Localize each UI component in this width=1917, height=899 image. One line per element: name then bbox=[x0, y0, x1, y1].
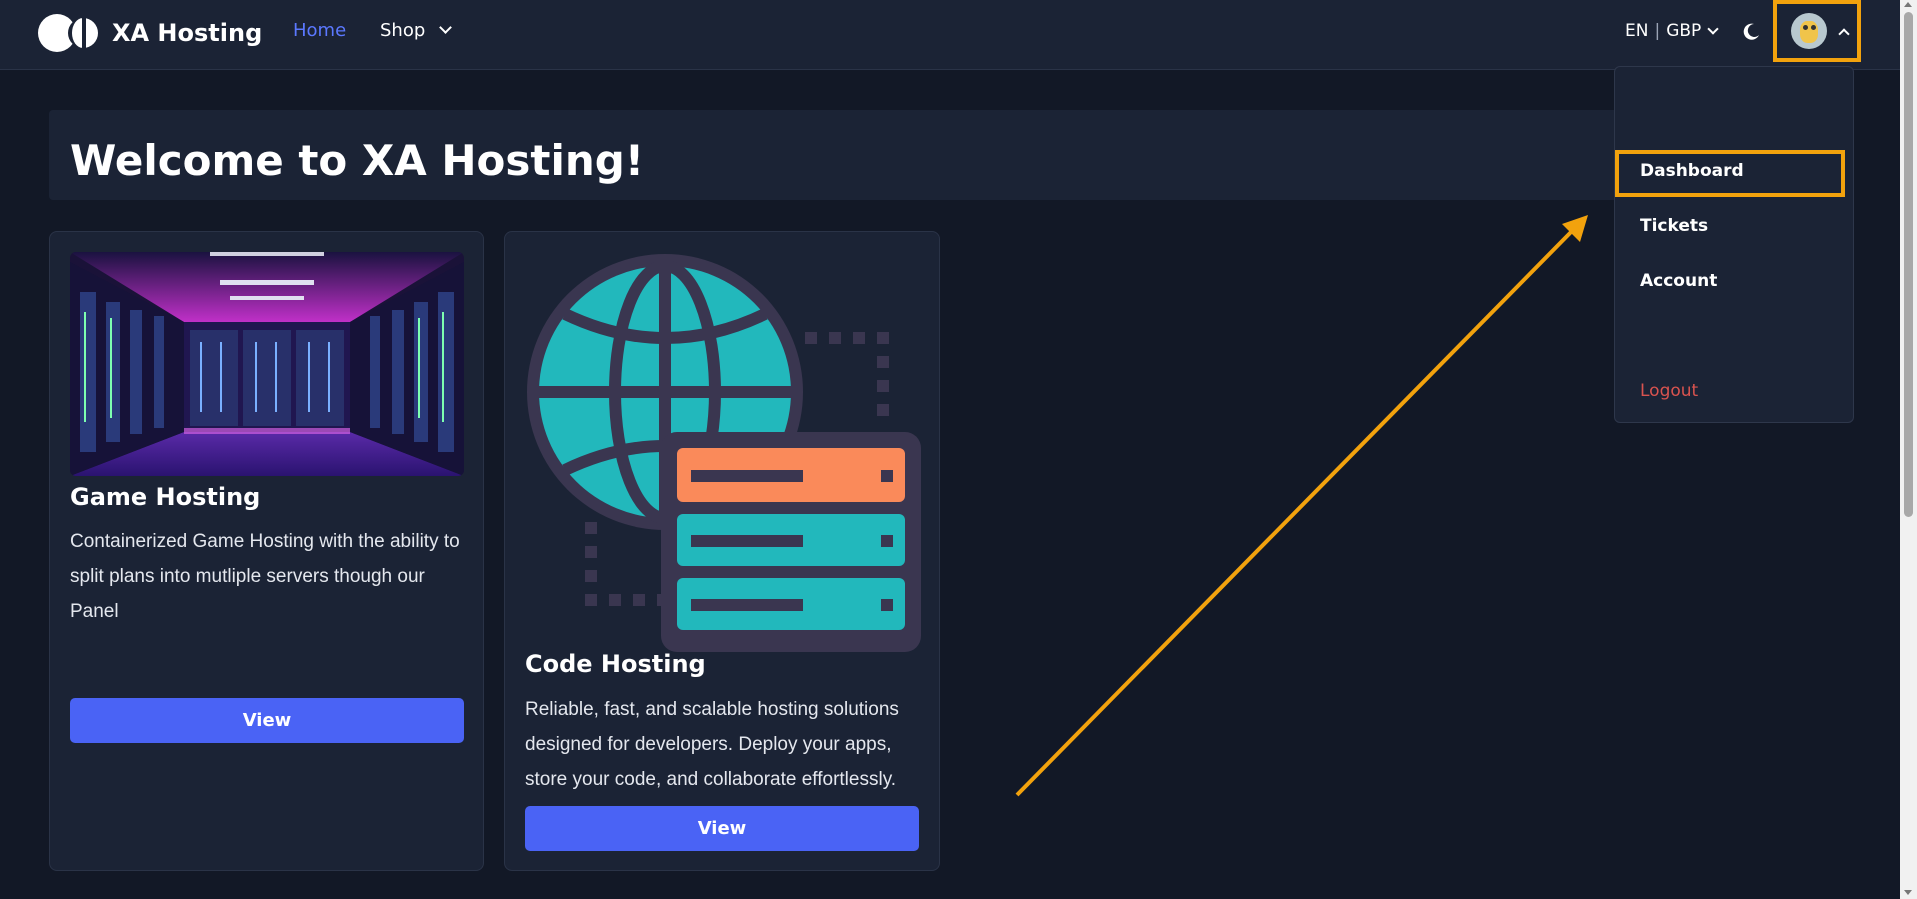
brand-name: XA Hosting bbox=[112, 19, 263, 47]
game-hosting-view-button[interactable]: View bbox=[70, 698, 464, 743]
brand-link[interactable]: XA Hosting bbox=[38, 14, 262, 52]
menu-item-logout[interactable]: Logout bbox=[1640, 381, 1698, 401]
card-description: Containerized Game Hosting with the abil… bbox=[70, 531, 460, 622]
locale-separator: | bbox=[1654, 21, 1661, 41]
language-label: EN bbox=[1625, 21, 1649, 41]
menu-item-tickets[interactable]: Tickets bbox=[1640, 216, 1708, 236]
card-description: Reliable, fast, and scalable hosting sol… bbox=[525, 699, 899, 790]
card-title: Code Hosting bbox=[525, 650, 706, 678]
code-hosting-view-button[interactable]: View bbox=[525, 806, 919, 851]
globe-server-icon bbox=[527, 254, 921, 652]
user-menu-toggle[interactable] bbox=[1773, 0, 1861, 62]
user-dropdown-menu: Dashboard Tickets Account Logout bbox=[1614, 66, 1854, 423]
game-hosting-card: Game Hosting Containerized Game Hosting … bbox=[49, 231, 484, 871]
welcome-banner: Welcome to XA Hosting! bbox=[49, 110, 1629, 200]
chevron-up-icon bbox=[1838, 28, 1850, 40]
scroll-up-icon[interactable] bbox=[1904, 2, 1912, 7]
top-navbar: XA Hosting Home Shop EN | GBP bbox=[0, 0, 1900, 70]
moon-icon[interactable] bbox=[1741, 22, 1761, 42]
page-scrollbar[interactable] bbox=[1900, 0, 1917, 899]
code-hosting-card: Code Hosting Reliable, fast, and scalabl… bbox=[504, 231, 940, 871]
menu-item-account[interactable]: Account bbox=[1640, 271, 1717, 291]
xa-logo-icon bbox=[38, 14, 100, 52]
page-title: Welcome to XA Hosting! bbox=[70, 136, 644, 185]
chevron-down-icon bbox=[1707, 22, 1719, 35]
card-title: Game Hosting bbox=[70, 483, 261, 511]
scroll-thumb[interactable] bbox=[1904, 12, 1913, 517]
nav-shop-link[interactable]: Shop bbox=[380, 20, 425, 41]
scroll-down-icon[interactable] bbox=[1904, 890, 1912, 895]
server-room-image bbox=[70, 252, 464, 476]
chevron-down-icon[interactable] bbox=[439, 21, 452, 34]
menu-item-dashboard[interactable]: Dashboard bbox=[1640, 161, 1744, 181]
locale-currency-selector[interactable]: EN | GBP bbox=[1625, 21, 1719, 41]
nav-home-link[interactable]: Home bbox=[293, 20, 346, 41]
currency-label: GBP bbox=[1666, 21, 1702, 41]
user-avatar bbox=[1791, 13, 1827, 49]
